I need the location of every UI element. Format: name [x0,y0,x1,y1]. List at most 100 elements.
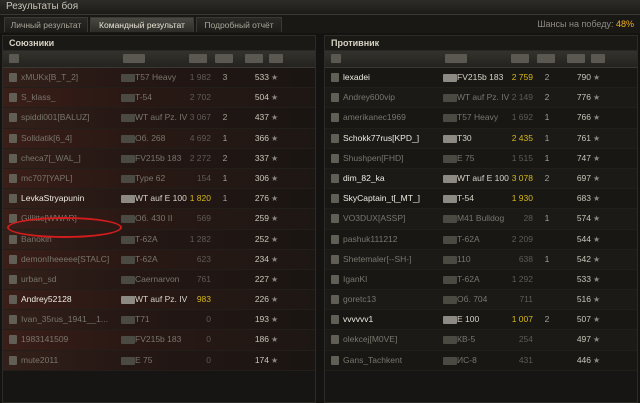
vehicle-column-icon[interactable] [123,54,145,63]
kills-value: 2 [544,314,550,325]
player-row[interactable]: mc707[YAPL] Type 62 154 1 306 ★ [3,168,315,190]
damage-value: 0 [206,354,211,365]
player-row[interactable]: mute2011 E 75 0 174 ★ [3,350,315,371]
star-icon: ★ [271,113,279,123]
xp-value: 542 [576,253,591,264]
star-icon: ★ [271,133,279,143]
xp-value: 446 [576,354,591,365]
kills-value: 2 [544,92,550,103]
tab-detailed-report[interactable]: Подробный отчёт [196,17,282,32]
star-icon: ★ [593,194,601,204]
xp-value: 507 [576,314,591,325]
star-icon: ★ [271,295,279,305]
kills-value [217,351,233,370]
sort-column-icon[interactable] [567,54,585,63]
damage-value: 3 078 [511,172,533,183]
player-row[interactable]: LevkaStryapunin WT auf E 100 1 820 1 276 ★ [3,189,315,210]
player-row[interactable]: amerikanec1969 T57 Heavy 1 692 1 766 ★ [325,108,637,129]
star-icon: ★ [593,355,601,365]
player-row[interactable]: S_klass_ T-54 2 702 504 ★ [3,88,315,109]
damage-value: 3 067 [189,112,211,123]
player-name: amerikanec1969 [343,112,406,123]
damage-column-icon[interactable] [189,54,207,63]
star-icon: ★ [593,214,601,224]
xp-value: 544 [576,233,591,244]
kills-value [217,290,233,309]
player-name: xMUKx[B_T_2] [21,72,79,82]
player-row[interactable]: Gans_Tachkent ИС-8 431 446 ★ [325,350,637,371]
kills-column-icon[interactable] [215,54,233,63]
platoon-icon [331,133,339,143]
damage-value: 1 982 [189,72,211,82]
player-row[interactable]: vvvvvv1 E 100 1 007 2 507 ★ [325,310,637,331]
kills-value: 2 [222,152,228,163]
player-row[interactable]: dim_82_ka WT auf E 100 3 078 2 697 ★ [325,168,637,190]
platoon-column-icon[interactable] [331,54,341,63]
damage-value: 0 [206,314,211,325]
kills-value [217,88,233,107]
star-icon: ★ [593,274,601,284]
star-icon: ★ [271,73,279,82]
player-name: LevkaStryapunin [21,193,85,204]
star-column-icon[interactable] [269,54,283,63]
player-row[interactable]: checa7[_WAL_] FV215b 183 2 272 2 337 ★ [3,148,315,169]
player-row[interactable]: Andrey52128 WT auf Pz. IV 983 226 ★ [3,290,315,311]
player-row[interactable]: urban_sd Caernarvon 761 227 ★ [3,269,315,291]
platoon-column-icon[interactable] [9,54,19,63]
enemies-column-header [325,51,637,68]
player-name: S_klass_ [21,92,56,103]
win-chance-label: Шансы на победу: [537,19,614,29]
kills-value [539,290,555,309]
star-icon: ★ [271,214,279,224]
xp-value: 227 [254,273,269,284]
damage-column-icon[interactable] [511,54,529,63]
player-row[interactable]: 1983141509 FV215b 183 0 186 ★ [3,330,315,351]
tab-personal-result[interactable]: Личный результат [4,17,88,32]
platoon-icon [9,254,17,264]
platoon-icon [331,194,339,204]
player-row[interactable]: Ivan_35rus_1941__1... T71 0 193 ★ [3,310,315,331]
player-name: mute2011 [21,354,59,365]
player-row[interactable]: goretc13 Об. 704 711 516 ★ [325,290,637,311]
player-row[interactable]: olekcej[M0VE] КВ-5 254 497 ★ [325,330,637,351]
star-icon: ★ [593,173,601,183]
platoon-icon [9,173,17,183]
player-row[interactable]: IganKl T-62A 1 292 533 ★ [325,269,637,291]
player-row[interactable]: Shetemaler[--SH-] 110 638 1 542 ★ [325,249,637,270]
player-row[interactable]: Andrey600vip WT auf Pz. IV 2 149 2 776 ★ [325,88,637,109]
platoon-icon [331,153,339,163]
damage-value: 154 [196,172,211,183]
player-row[interactable]: Shushpen[FHD] E 75 1 515 1 747 ★ [325,148,637,169]
player-row[interactable]: demonIheeeee[STALC] T-62A 623 234 ★ [3,249,315,270]
kills-value [217,209,233,228]
star-column-icon[interactable] [591,54,605,63]
tab-team-result[interactable]: Командный результат [90,17,194,32]
star-icon: ★ [593,315,601,325]
damage-value: 569 [196,213,211,224]
platoon-icon [9,194,17,204]
player-row[interactable]: lexadei FV215b 183 2 759 2 790 ★ [325,68,637,89]
damage-value: 1 930 [511,193,533,204]
platoon-icon [9,73,17,82]
vehicle-column-icon[interactable] [445,54,467,63]
xp-value: 516 [576,294,591,305]
player-row[interactable]: Solldatik[6_4] Об. 268 4 692 1 366 ★ [3,128,315,149]
star-icon: ★ [271,173,279,183]
player-row[interactable]: Schokk77rus[KPD_] T30 2 435 1 761 ★ [325,128,637,149]
platoon-icon [331,254,339,264]
xp-value: 226 [254,294,269,305]
player-row[interactable]: pashuk111212 T-62A 2 209 544 ★ [325,229,637,250]
player-name: pashuk111212 [343,233,398,244]
player-row[interactable]: spiddi001[BALUZ] WT auf Pz. IV 3 067 2 437 ★ [3,108,315,129]
platoon-icon [331,93,339,103]
kills-column-icon[interactable] [537,54,555,63]
platoon-icon [9,93,17,103]
player-name: urban_sd [21,273,57,284]
sort-column-icon[interactable] [245,54,263,63]
player-name: Solldatik[6_4] [21,132,73,143]
player-row[interactable]: VO3DUX[ASSP] M41 Bulldog 28 1 574 ★ [325,209,637,230]
player-row[interactable]: SkyCaptain_t[_MT_] T-54 1 930 683 ★ [325,189,637,210]
kills-value: 3 [222,72,228,82]
player-row[interactable]: xMUKx[B_T_2] T57 Heavy 1 982 3 533 ★ [3,68,315,89]
platoon-icon [331,173,339,183]
